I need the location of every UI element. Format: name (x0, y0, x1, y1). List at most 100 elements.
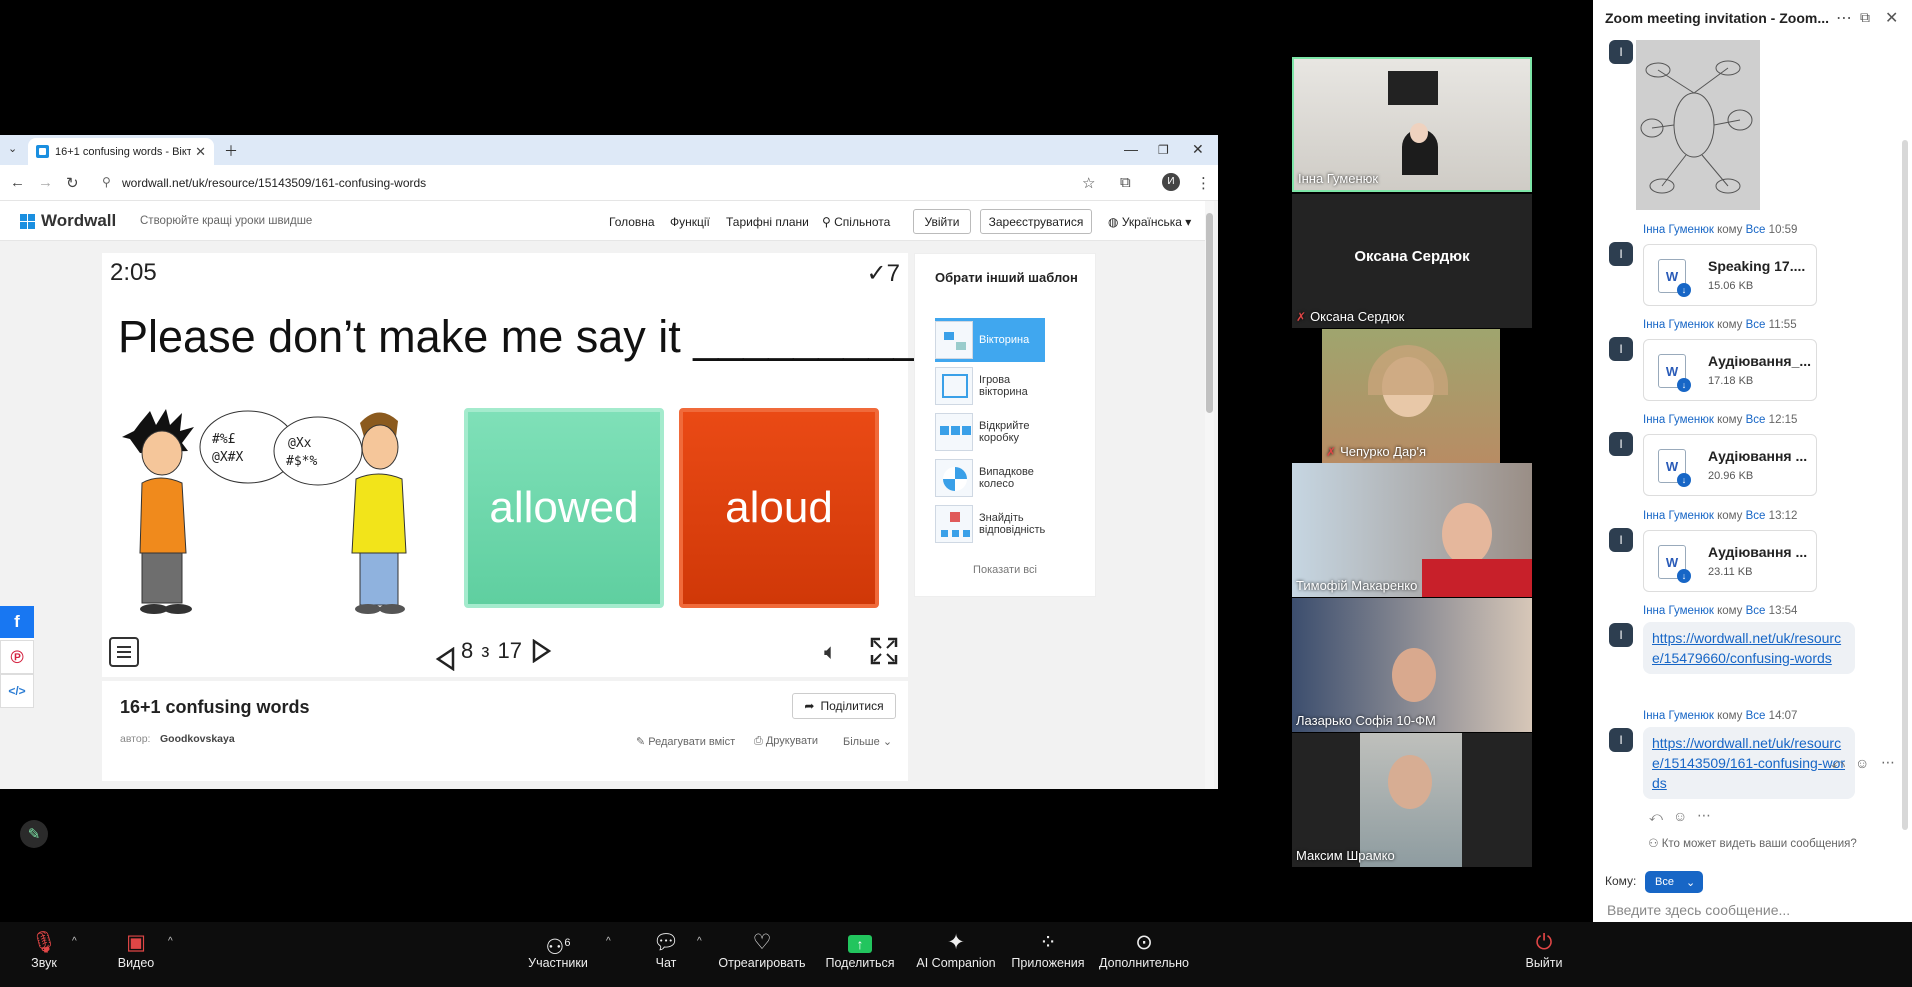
language-selector[interactable]: ◍ Українська ▾ (1108, 215, 1191, 229)
prev-question-icon[interactable] (435, 640, 455, 672)
next-question-icon[interactable] (530, 639, 552, 663)
answer-tile-aloud[interactable]: aloud (679, 408, 879, 608)
forward-icon[interactable]: → (38, 174, 53, 191)
menu-icon[interactable] (109, 637, 139, 667)
apps-button[interactable]: ⁘ Приложения (1008, 930, 1088, 970)
close-tab-icon[interactable]: ✕ (195, 144, 206, 160)
share-screen-button[interactable]: ↑ Поделиться (822, 930, 898, 970)
file-attachment[interactable]: W ↓ Аудіювання_... 17.18 KB (1643, 339, 1817, 401)
fullscreen-icon[interactable] (870, 637, 898, 665)
svg-text:@Xx: @Xx (288, 436, 312, 451)
browser-tab[interactable]: 16+1 confusing words - Вікторина ✕ (28, 138, 214, 165)
chat-button[interactable]: 💬︎ Чат (648, 930, 684, 970)
author-link[interactable]: Goodkovskaya (160, 733, 235, 745)
react-icon[interactable]: ☺ (1673, 808, 1687, 824)
close-chat-icon[interactable]: ✕ (1885, 8, 1898, 28)
pop-out-icon[interactable]: ⧉ (1860, 9, 1870, 26)
recipient[interactable]: Все (1746, 510, 1766, 522)
nav-community[interactable]: ⚲ Спільнота (822, 215, 890, 229)
share-button[interactable]: ➦ Поділитися (792, 693, 896, 719)
file-attachment[interactable]: W ↓ Speaking 17.... 15.06 KB (1643, 244, 1817, 306)
template-gameshow-quiz[interactable]: Ігрова вікторина (935, 364, 1045, 408)
video-tile-tymofii[interactable]: Тимофій Макаренко (1292, 463, 1532, 597)
ai-companion-button[interactable]: ✦ AI Companion (916, 930, 996, 970)
tab-list-icon[interactable]: ⌄ (8, 142, 17, 155)
resource-link[interactable]: https://wordwall.net/uk/resource/1514350… (1652, 735, 1845, 791)
leave-button[interactable]: ⏻ Выйти (1524, 930, 1564, 970)
wordwall-logo[interactable]: Wordwall (20, 211, 116, 231)
sender-name[interactable]: Інна Гуменюк (1643, 224, 1714, 236)
recipient[interactable]: Все (1746, 710, 1766, 722)
show-all-templates-link[interactable]: Показати всі (915, 564, 1095, 576)
bookmark-star-icon[interactable]: ☆ (1082, 174, 1095, 192)
thread-more-icon[interactable]: ⋯ (1697, 807, 1711, 824)
nav-features[interactable]: Функції (670, 215, 710, 229)
profile-avatar[interactable]: И (1162, 173, 1180, 191)
register-button[interactable]: Зареєструватися (980, 209, 1092, 234)
template-quiz[interactable]: Вікторина (935, 318, 1045, 362)
file-attachment[interactable]: W ↓ Аудіювання ... 20.96 KB (1643, 434, 1817, 496)
video-tile-maksym[interactable]: Максим Шрамко (1292, 733, 1532, 867)
chat-options-caret[interactable]: ^ (697, 936, 702, 947)
react-button[interactable]: ♡ Отреагировать (718, 930, 806, 970)
more-button[interactable]: ⊙ Дополнительно (1098, 930, 1190, 970)
sound-icon[interactable]: 🔈︎ (824, 639, 837, 665)
browser-menu-icon[interactable]: ⋮ (1196, 174, 1211, 192)
login-button[interactable]: Увійти (913, 209, 971, 234)
extensions-icon[interactable]: ⧉ (1120, 174, 1131, 191)
more-link[interactable]: Більше ⌄ (843, 735, 892, 748)
thread-reply-icon[interactable]: ⤺ (1649, 809, 1663, 825)
facebook-icon[interactable]: f (0, 606, 34, 640)
shared-image-mindmap[interactable] (1636, 40, 1760, 210)
sender-name[interactable]: Інна Гуменюк (1643, 414, 1714, 426)
print-link[interactable]: ⎙ Друкувати (754, 735, 818, 748)
sender-name[interactable]: Інна Гуменюк (1643, 319, 1714, 331)
sender-name[interactable]: Інна Гуменюк (1643, 510, 1714, 522)
video-tile-darya[interactable]: ✗ Чепурко Дар'я (1322, 329, 1500, 463)
nav-pricing[interactable]: Тарифні плани (726, 215, 809, 229)
pinterest-icon[interactable]: ℗ (0, 640, 34, 674)
add-reaction-icon[interactable]: ☺ (1855, 755, 1869, 771)
site-info-icon[interactable]: ⚲ (102, 175, 111, 189)
annotate-pencil-icon[interactable]: ✎ (20, 820, 48, 848)
video-button[interactable]: ▣ Видео (116, 930, 156, 970)
page-scrollbar[interactable] (1205, 201, 1214, 789)
message-more-icon[interactable]: ⋯ (1881, 754, 1895, 771)
answer-tile-allowed[interactable]: allowed (464, 408, 664, 608)
edit-content-link[interactable]: ✎ Редагувати вміст (636, 735, 735, 748)
recipient[interactable]: Все (1746, 605, 1766, 617)
template-open-box[interactable]: Відкрийте коробку (935, 410, 1045, 454)
restore-icon[interactable]: ❐ (1158, 143, 1169, 157)
reply-icon[interactable]: ⤺ (1831, 756, 1845, 772)
new-tab-icon[interactable]: ＋ (224, 141, 238, 161)
recipient[interactable]: Все (1746, 414, 1766, 426)
minimize-icon[interactable]: — (1124, 141, 1138, 157)
audio-options-caret[interactable]: ^ (72, 936, 77, 947)
file-attachment[interactable]: W ↓ Аудіювання ... 23.11 KB (1643, 530, 1817, 592)
video-tile-oksana[interactable]: Оксана Сердюк ✗ Оксана Сердюк (1292, 194, 1532, 328)
sender-name[interactable]: Інна Гуменюк (1643, 710, 1714, 722)
template-find-match[interactable]: Знайдіть відповідність (935, 502, 1045, 546)
close-window-icon[interactable]: ✕ (1192, 141, 1204, 158)
video-options-caret[interactable]: ^ (168, 936, 173, 947)
participants-options-caret[interactable]: ^ (606, 936, 611, 947)
participants-button[interactable]: ⚇6 Участники (526, 930, 590, 970)
recipient-select[interactable]: Все ⌄ (1645, 871, 1703, 893)
audio-button[interactable]: 🎙︎ Звук (26, 930, 62, 970)
resource-link[interactable]: https://wordwall.net/uk/resource/1547966… (1652, 630, 1841, 666)
video-tile-sofiia[interactable]: Лазарько Софія 10-ФМ (1292, 598, 1532, 732)
back-icon[interactable]: ← (10, 174, 25, 191)
recipient[interactable]: Все (1746, 319, 1766, 331)
chat-message-input[interactable]: Введите здесь сообщение... (1607, 902, 1897, 922)
who-can-see-link[interactable]: ⚇ Кто может видеть ваши сообщения? (1593, 836, 1912, 850)
recipient[interactable]: Все (1746, 224, 1766, 236)
embed-code-icon[interactable]: </> (0, 674, 34, 708)
template-random-wheel[interactable]: Випадкове колесо (935, 456, 1045, 500)
nav-home[interactable]: Головна (609, 215, 655, 229)
video-tile-inna[interactable]: Інна Гуменюк (1292, 57, 1532, 192)
chat-scrollbar[interactable] (1902, 140, 1908, 830)
more-options-icon[interactable]: ⋯ (1836, 8, 1852, 28)
url-field[interactable]: ⚲ wordwall.net/uk/resource/15143509/161-… (98, 172, 1098, 195)
sender-name[interactable]: Інна Гуменюк (1643, 605, 1714, 617)
reload-icon[interactable]: ↻ (66, 174, 79, 192)
